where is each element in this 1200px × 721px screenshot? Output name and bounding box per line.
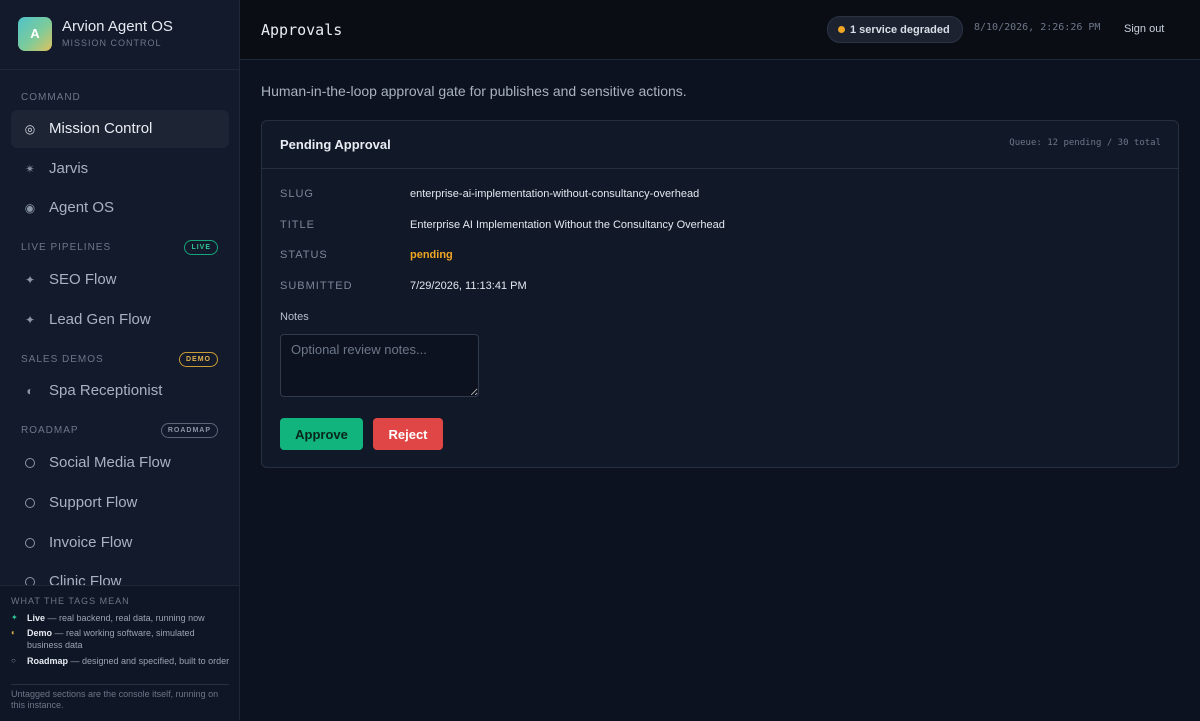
demo-tag: DEMO	[179, 352, 218, 367]
circle-outline-icon	[25, 538, 35, 548]
tag-legend: WHAT THE TAGS MEAN ✦ Live — real backend…	[0, 585, 239, 721]
title-value: Enterprise AI Implementation Without the…	[410, 219, 725, 231]
service-status-badge[interactable]: 1 service degraded	[827, 16, 963, 43]
sidebar-item-jarvis[interactable]: ✴ Jarvis	[11, 150, 229, 188]
sidebar-item-label: Agent OS	[49, 199, 115, 216]
card-header: Pending Approval Queue: 12 pending / 30 …	[262, 121, 1178, 169]
circle-outline-icon	[25, 498, 35, 508]
title-label: TITLE	[280, 219, 315, 231]
sidebar-item-spa-receptionist[interactable]: ◐ Spa Receptionist	[11, 372, 229, 410]
sidebar-item-label: Mission Control	[49, 120, 153, 137]
sidebar-item-lead-gen-flow[interactable]: ✦ Lead Gen Flow	[11, 301, 229, 339]
radio-icon: ◉	[24, 201, 36, 215]
notes-textarea[interactable]	[280, 334, 479, 397]
status-text: 1 service degraded	[850, 24, 950, 36]
reject-button[interactable]: Reject	[373, 418, 443, 450]
page-title: Approvals	[261, 21, 343, 39]
sidebar-item-mission-control[interactable]: ◎ Mission Control	[11, 110, 229, 148]
target-icon: ◎	[24, 122, 36, 136]
legend-term: Demo	[27, 628, 53, 638]
half-circle-icon: ◐	[26, 384, 34, 398]
legend-term: Live	[27, 613, 46, 623]
brand-subtitle: MISSION CONTROL	[62, 38, 162, 48]
sidebar-item-label: Support Flow	[49, 494, 138, 511]
legend-desc: — real backend, real data, running now	[45, 613, 205, 623]
queue-count: Queue: 12 pending / 30 total	[1009, 138, 1161, 148]
status-dot-icon	[838, 26, 845, 33]
legend-term: Roadmap	[27, 656, 69, 666]
circle-outline-icon	[25, 458, 35, 468]
section-roadmap: ROADMAP	[21, 425, 79, 436]
sparkle-icon: ✴	[24, 162, 36, 176]
legend-title: WHAT THE TAGS MEAN	[11, 596, 130, 606]
legend-divider	[11, 684, 229, 685]
status-label: STATUS	[280, 249, 328, 261]
star-icon: ✦	[24, 273, 36, 287]
submitted-value: 7/29/2026, 11:13:41 PM	[410, 280, 527, 292]
notes-label: Notes	[280, 311, 309, 323]
pending-approval-card: Pending Approval Queue: 12 pending / 30 …	[261, 120, 1179, 468]
section-command: COMMAND	[21, 92, 81, 103]
brand: A Arvion Agent OS MISSION CONTROL	[0, 0, 239, 70]
status-value: pending	[410, 249, 453, 261]
logo: A	[18, 17, 52, 51]
section-sales-demos: SALES DEMOS	[21, 354, 104, 365]
approve-button[interactable]: Approve	[280, 418, 363, 450]
sidebar-item-invoice-flow[interactable]: Invoice Flow	[11, 524, 229, 562]
sign-out-button[interactable]: Sign out	[1124, 23, 1164, 35]
card-title: Pending Approval	[280, 137, 391, 152]
sidebar-item-label: Jarvis	[49, 160, 89, 177]
slug-value: enterprise-ai-implementation-without-con…	[410, 188, 700, 200]
sidebar-item-label: Lead Gen Flow	[49, 311, 151, 328]
sidebar-item-label: Invoice Flow	[49, 534, 133, 551]
sidebar-item-seo-flow[interactable]: ✦ SEO Flow	[11, 261, 229, 299]
slug-label: SLUG	[280, 188, 314, 200]
submitted-label: SUBMITTED	[280, 280, 353, 292]
legend-footer: Untagged sections are the console itself…	[11, 689, 219, 710]
star-icon: ✦	[24, 313, 36, 327]
sidebar-item-label: Social Media Flow	[49, 454, 171, 471]
roadmap-tag: ROADMAP	[160, 423, 218, 438]
current-datetime: 8/10/2026, 2:26:26 PM	[974, 22, 1101, 33]
circle-outline-icon: ○	[11, 656, 16, 665]
page-description: Human-in-the-loop approval gate for publ…	[261, 83, 687, 99]
sidebar-item-label: SEO Flow	[49, 271, 117, 288]
sidebar-item-support-flow[interactable]: Support Flow	[11, 484, 229, 522]
sidebar-item-social-media-flow[interactable]: Social Media Flow	[11, 444, 229, 482]
star-icon: ✦	[11, 613, 18, 622]
sidebar-item-agent-os[interactable]: ◉ Agent OS	[11, 189, 229, 227]
live-tag: LIVE	[184, 240, 218, 255]
section-live-pipelines: LIVE PIPELINES	[21, 242, 112, 253]
half-circle-icon: ◐	[11, 628, 16, 637]
legend-desc: — designed and specified, built to order	[68, 656, 230, 666]
sidebar: A Arvion Agent OS MISSION CONTROL COMMAN…	[0, 0, 240, 721]
sidebar-item-label: Spa Receptionist	[49, 382, 163, 399]
legend-desc: — real working software, simulated busin…	[27, 628, 195, 650]
brand-name: Arvion Agent OS	[62, 18, 173, 35]
top-bar: Approvals 1 service degraded 8/10/2026, …	[240, 0, 1200, 60]
